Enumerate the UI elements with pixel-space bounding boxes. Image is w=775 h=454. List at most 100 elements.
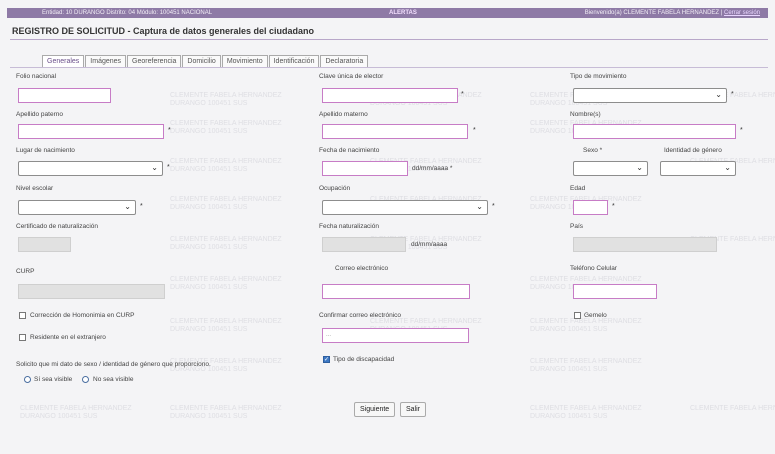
- tab-movimiento[interactable]: Movimiento: [221, 55, 268, 67]
- tab-generales[interactable]: Generales: [42, 55, 85, 67]
- gemelo-checkbox[interactable]: [574, 312, 581, 319]
- ocupacion-label: Ocupación: [319, 185, 351, 192]
- watermark: CLEMENTE FABELA HERNANDEZDURANGO 100451 …: [170, 318, 282, 333]
- watermark: CLEMENTE FABELA HERNANDEZDURANGO 100451 …: [170, 405, 282, 420]
- next-button[interactable]: Siguiente: [354, 402, 396, 417]
- solicito-label: Solicito que mi dato de sexo / identidad…: [16, 361, 211, 368]
- watermark: CLEMENTE FABELA HERNANDEZDURANGO 100451 …: [170, 92, 282, 107]
- chevron-down-icon: ⌄: [715, 90, 722, 99]
- fecha-naturalizacion-input: [322, 237, 406, 252]
- title-divider: [10, 39, 768, 40]
- required-mark: *: [473, 127, 476, 134]
- tab-domicilio[interactable]: Domicilio: [182, 55, 221, 67]
- tab-identificacion[interactable]: Identificación: [268, 55, 320, 67]
- watermark: CLEMENTE FABELA HERNANDEZDURANGO 100451 …: [170, 276, 282, 291]
- apellido-paterno-label: Apellido paterno: [16, 111, 63, 118]
- fecha-naturalizacion-hint: dd/mm/aaaa: [411, 241, 448, 248]
- folio-label: Folio nacional: [16, 73, 57, 80]
- curp-label: CURP: [16, 268, 35, 275]
- lugar-nacimiento-label: Lugar de nacimiento: [16, 147, 75, 154]
- nivel-escolar-label: Nivel escolar: [16, 185, 54, 192]
- confirmar-correo-label: Confirmar correo electrónico: [319, 312, 402, 319]
- check-icon: ✓: [324, 357, 330, 363]
- watermark: CLEMENTE FABELA HERNANDEZDURANGO 100451 …: [530, 358, 642, 373]
- tab-georeferencia[interactable]: Georeferencia: [127, 55, 182, 67]
- watermark: CLEMENTE FABELA HERNANDEZDURANGO 100451 …: [170, 236, 282, 251]
- identidad-genero-label: Identidad de género: [664, 147, 722, 154]
- pais-input: [573, 237, 717, 252]
- entity-info: Entidad: 10 DURANGO Distrito: 04 Módulo:…: [42, 10, 213, 16]
- tipo-movimiento-label: Tipo de movimiento: [570, 73, 627, 80]
- homonimia-checkbox[interactable]: [19, 312, 26, 319]
- confirmar-correo-placeholder: ...: [326, 332, 332, 338]
- required-mark: *: [168, 127, 171, 134]
- chevron-down-icon: ⌄: [124, 202, 131, 211]
- logout-link[interactable]: Cerrar sesión: [724, 10, 760, 16]
- fecha-nacimiento-input[interactable]: [322, 161, 408, 176]
- folio-input[interactable]: [18, 88, 111, 103]
- watermark: CLEMENTE FABELA HERNANDEZDURANGO 100451 …: [20, 405, 132, 420]
- required-mark: *: [740, 127, 743, 134]
- sexo-label: Sexo *: [583, 147, 603, 154]
- apellido-materno-label: Apellido materno: [319, 111, 368, 118]
- correo-label: Correo electrónico: [335, 265, 389, 272]
- radio-si-visible[interactable]: [24, 376, 31, 383]
- discapacidad-checkbox[interactable]: ✓: [323, 356, 330, 363]
- required-mark: *: [612, 203, 615, 210]
- alerts-link[interactable]: ALERTAS: [389, 8, 417, 18]
- residente-checkbox[interactable]: [19, 334, 26, 341]
- lugar-nacimiento-select[interactable]: ⌄: [18, 161, 163, 176]
- homonimia-label: Corrección de Homonimia en CURP: [30, 312, 135, 319]
- residente-label: Residente en el extranjero: [30, 334, 106, 341]
- sexo-select[interactable]: ⌄: [573, 161, 648, 176]
- clave-elector-input[interactable]: [322, 88, 458, 103]
- radio-no-visible[interactable]: [82, 376, 89, 383]
- chevron-down-icon: ⌄: [476, 202, 483, 211]
- watermark: CLEMENTE FABELA HERNANDEZDURANGO 100451 …: [170, 158, 282, 173]
- radio-si-visible-label: Sí sea visible: [34, 376, 73, 383]
- nivel-escolar-select[interactable]: ⌄: [18, 200, 136, 215]
- user-welcome: Bienvenido(a) CLEMENTE FABELA HERNANDEZ …: [585, 8, 760, 18]
- edad-input[interactable]: [573, 200, 608, 215]
- exit-button[interactable]: Salir: [400, 402, 427, 417]
- tab-bar: Generales Imágenes Georeferencia Domicil…: [42, 55, 369, 67]
- watermark: CLEMENTE FABELA HERNANDEZDURANGO 100451 …: [530, 405, 642, 420]
- welcome-text: Bienvenido(a) CLEMENTE FABELA HERNANDEZ …: [584, 10, 723, 16]
- radio-no-visible-label: No sea visible: [93, 376, 134, 383]
- tab-declaratoria[interactable]: Declaratoria: [320, 55, 369, 67]
- certificado-label: Certificado de naturalización: [16, 223, 99, 230]
- page-title: REGISTRO DE SOLICITUD - Captura de datos…: [12, 26, 315, 36]
- required-mark: *: [492, 203, 495, 210]
- required-mark: *: [140, 203, 143, 210]
- required-mark: *: [731, 91, 734, 98]
- watermark: CLEMENTE FABELA HERNANDEZ: [690, 405, 775, 412]
- discapacidad-label: Tipo de discapacidad: [333, 356, 395, 363]
- telefono-input[interactable]: [573, 284, 657, 299]
- tipo-movimiento-select[interactable]: ⌄: [573, 88, 727, 103]
- nombres-label: Nombre(s): [570, 111, 601, 118]
- fecha-nacimiento-label: Fecha de nacimiento: [319, 147, 380, 154]
- chevron-down-icon: ⌄: [724, 163, 731, 172]
- gemelo-label: Gemelo: [584, 312, 607, 319]
- pais-label: País: [570, 223, 584, 230]
- ocupacion-select[interactable]: ⌄: [322, 200, 488, 215]
- curp-input: [18, 284, 165, 299]
- telefono-label: Teléfono Celular: [570, 265, 617, 272]
- clave-elector-label: Clave única de elector: [319, 73, 384, 80]
- watermark: CLEMENTE FABELA HERNANDEZDURANGO 100451 …: [170, 196, 282, 211]
- nombres-input[interactable]: [573, 124, 736, 139]
- watermark: CLEMENTE FABELA HERNANDEZDURANGO 100451 …: [530, 318, 642, 333]
- required-mark: *: [461, 91, 464, 98]
- correo-input[interactable]: [322, 284, 470, 299]
- header-bar: Entidad: 10 DURANGO Distrito: 04 Módulo:…: [7, 8, 768, 18]
- certificado-input: [18, 237, 71, 252]
- tab-imagenes[interactable]: Imágenes: [85, 55, 127, 67]
- confirmar-correo-input[interactable]: ...: [322, 328, 469, 343]
- apellido-materno-input[interactable]: [322, 124, 468, 139]
- watermark: CLEMENTE FABELA HERNANDEZDURANGO 100451 …: [170, 120, 282, 135]
- identidad-genero-select[interactable]: ⌄: [660, 161, 736, 176]
- apellido-paterno-input[interactable]: [18, 124, 164, 139]
- tab-divider: [10, 67, 768, 68]
- chevron-down-icon: ⌄: [151, 163, 158, 172]
- edad-label: Edad: [570, 185, 586, 192]
